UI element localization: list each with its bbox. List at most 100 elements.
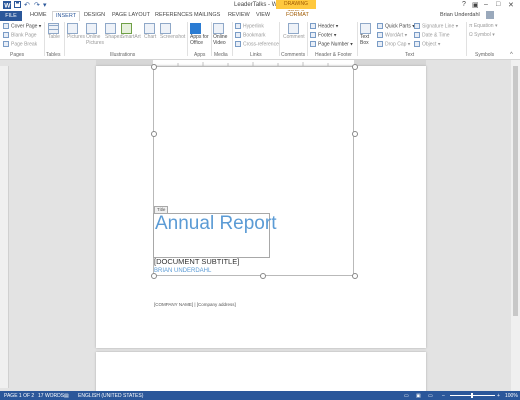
chart-button[interactable]: Chart bbox=[144, 23, 156, 40]
print-layout-icon[interactable]: ▣ bbox=[416, 393, 421, 399]
footer-button[interactable]: Footer ▾ bbox=[310, 32, 336, 38]
web-layout-icon[interactable]: ▭ bbox=[428, 393, 433, 399]
wordart-button[interactable]: WordArt ▾ bbox=[377, 32, 407, 38]
zoom-in-icon[interactable]: + bbox=[497, 393, 500, 399]
group-separator bbox=[44, 22, 45, 56]
word-logo-icon[interactable]: W bbox=[3, 1, 11, 11]
avatar[interactable] bbox=[486, 11, 494, 19]
tab-file[interactable]: FILE bbox=[0, 11, 22, 21]
undo-icon[interactable]: ↶ bbox=[24, 1, 30, 9]
group-separator bbox=[307, 22, 308, 56]
shapes-button[interactable]: Shapes bbox=[105, 23, 122, 40]
bookmark-button[interactable]: Bookmark bbox=[235, 32, 266, 38]
object-button[interactable]: Object ▾ bbox=[414, 41, 440, 47]
user-name[interactable]: Brian Underdahl bbox=[440, 12, 480, 18]
document-author[interactable]: BRIAN UNDERDAHL bbox=[154, 268, 211, 274]
close-icon[interactable]: ✕ bbox=[508, 1, 514, 9]
save-icon[interactable] bbox=[14, 1, 21, 10]
group-label-symbols: Symbols bbox=[475, 52, 495, 58]
tab-page-layout[interactable]: PAGE LAYOUT bbox=[112, 12, 150, 18]
group-separator bbox=[466, 22, 467, 56]
screenshot-button[interactable]: Screenshot bbox=[160, 23, 185, 40]
cover-page-button[interactable]: Cover Page ▾ bbox=[3, 23, 41, 29]
symbol-button[interactable]: Ω Symbol ▾ bbox=[469, 32, 495, 38]
screenshot-icon bbox=[160, 23, 171, 34]
group-label-apps: Apps bbox=[194, 52, 206, 58]
minimize-icon[interactable]: – bbox=[484, 1, 488, 8]
page-count[interactable]: PAGE 1 OF 2 bbox=[4, 393, 34, 399]
header-button[interactable]: Header ▾ bbox=[310, 23, 338, 29]
maximize-icon[interactable]: □ bbox=[496, 1, 500, 8]
date-time-button[interactable]: Date & Time bbox=[414, 32, 450, 38]
quick-parts-button[interactable]: Quick Parts ▾ bbox=[377, 23, 415, 29]
online-pictures-button[interactable]: Online Pictures bbox=[86, 23, 104, 46]
zoom-out-icon[interactable]: – bbox=[442, 393, 445, 399]
drop-cap-button[interactable]: Drop Cap ▾ bbox=[377, 41, 410, 47]
customize-qat-icon[interactable]: ▾ bbox=[43, 1, 47, 9]
drop-cap-icon bbox=[377, 41, 383, 47]
company-line[interactable]: [COMPANY NAME] | [Company address] bbox=[154, 302, 236, 307]
status-bar: PAGE 1 OF 2 17 WORDS ▤ ENGLISH (UNITED S… bbox=[0, 391, 520, 400]
collapse-ribbon-icon[interactable]: ^ bbox=[510, 52, 513, 58]
hyperlink-button[interactable]: Hyperlink bbox=[235, 23, 264, 29]
word-count[interactable]: 17 WORDS bbox=[38, 393, 64, 399]
resize-handle[interactable] bbox=[151, 64, 157, 70]
scroll-thumb[interactable] bbox=[513, 66, 518, 316]
vertical-ruler[interactable] bbox=[0, 66, 9, 388]
document-page-2[interactable] bbox=[96, 352, 426, 392]
chart-icon bbox=[144, 23, 155, 34]
table-button[interactable]: Table bbox=[48, 23, 60, 40]
signature-line-button[interactable]: Signature Line ▾ bbox=[414, 23, 458, 29]
cross-reference-icon bbox=[235, 41, 241, 47]
tab-insert[interactable]: INSERT bbox=[52, 11, 81, 21]
page-number-button[interactable]: Page Number ▾ bbox=[310, 41, 353, 47]
tab-home[interactable]: HOME bbox=[30, 12, 47, 18]
drawing-tools-group: DRAWING TOOLS bbox=[276, 0, 316, 16]
header-icon bbox=[310, 23, 316, 29]
group-label-header-footer: Header & Footer bbox=[315, 52, 352, 58]
zoom-slider-thumb[interactable] bbox=[471, 393, 473, 398]
resize-handle[interactable] bbox=[151, 131, 157, 137]
page-break-icon bbox=[3, 41, 9, 47]
proofing-icon[interactable]: ▤ bbox=[64, 393, 69, 399]
pictures-button[interactable]: Pictures bbox=[67, 23, 85, 40]
resize-handle[interactable] bbox=[260, 273, 266, 279]
svg-text:W: W bbox=[4, 3, 11, 10]
online-pictures-icon bbox=[86, 23, 97, 34]
blank-page-button[interactable]: Blank Page bbox=[3, 32, 37, 38]
document-title[interactable]: Annual Report bbox=[155, 213, 276, 235]
group-separator bbox=[232, 22, 233, 56]
text-box-button[interactable]: Text Box bbox=[360, 23, 374, 46]
group-separator bbox=[211, 22, 212, 56]
comment-icon bbox=[288, 23, 299, 34]
comment-button[interactable]: Comment bbox=[283, 23, 305, 40]
zoom-level[interactable]: 100% bbox=[505, 393, 518, 399]
vertical-scrollbar[interactable] bbox=[511, 60, 520, 391]
tab-review[interactable]: REVIEW bbox=[228, 12, 250, 18]
resize-handle[interactable] bbox=[352, 64, 358, 70]
document-subtitle[interactable]: [DOCUMENT SUBTITLE] bbox=[154, 257, 239, 266]
tab-format[interactable]: FORMAT bbox=[286, 12, 309, 18]
smartart-button[interactable]: SmartArt bbox=[121, 23, 141, 40]
tab-view[interactable]: VIEW bbox=[256, 12, 270, 18]
group-label-comments: Comments bbox=[281, 52, 306, 58]
tab-mailings[interactable]: MAILINGS bbox=[194, 12, 220, 18]
online-video-button[interactable]: Online Video bbox=[213, 23, 229, 46]
resize-handle[interactable] bbox=[352, 131, 358, 137]
read-mode-icon[interactable]: ▭ bbox=[404, 393, 409, 399]
equation-button[interactable]: π Equation ▾ bbox=[469, 23, 498, 29]
cross-reference-button[interactable]: Cross-reference bbox=[235, 41, 279, 47]
ribbon-display-icon[interactable]: ▣ bbox=[472, 1, 479, 9]
group-label-pages: Pages bbox=[10, 52, 25, 58]
apps-for-office-button[interactable]: Apps for Office bbox=[190, 23, 212, 46]
group-label-links: Links bbox=[250, 52, 262, 58]
title-bar: LeaderTalks - Word bbox=[0, 0, 520, 11]
date-time-icon bbox=[414, 32, 420, 38]
tab-design[interactable]: DESIGN bbox=[84, 12, 105, 18]
resize-handle[interactable] bbox=[352, 273, 358, 279]
redo-icon[interactable]: ↷ bbox=[34, 1, 40, 9]
help-icon[interactable]: ? bbox=[462, 1, 466, 8]
language[interactable]: ENGLISH (UNITED STATES) bbox=[78, 393, 143, 399]
tab-references[interactable]: REFERENCES bbox=[155, 12, 193, 18]
page-break-button[interactable]: Page Break bbox=[3, 41, 37, 47]
